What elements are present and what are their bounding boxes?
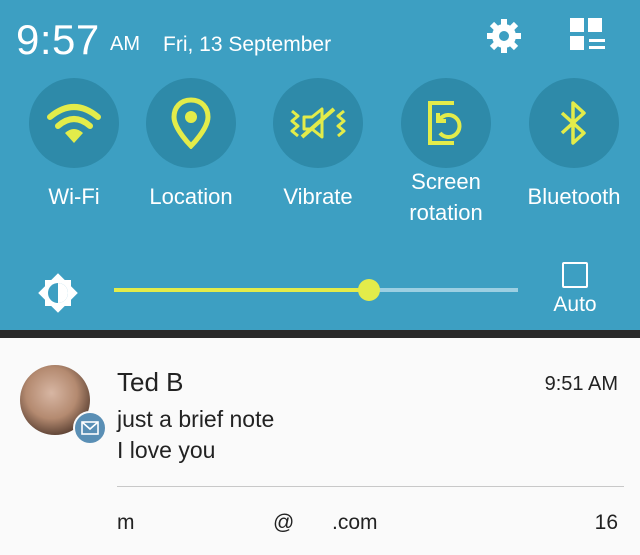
email-badge-icon [73,411,107,445]
notification-body: I love you [117,437,216,463]
bluetooth-tile[interactable]: Bluetooth [512,78,636,212]
account-user: m [117,511,135,534]
brightness-slider-filled[interactable] [114,288,369,292]
clock-ampm: AM [110,33,140,55]
email-notification[interactable] [0,338,640,555]
location-label: Location [149,184,233,209]
account-domain: .com [332,511,378,534]
vibrate-icon [290,107,346,139]
wifi-tile[interactable]: Wi-Fi [12,78,136,212]
location-pin-icon [171,97,211,149]
screen-rotation-label: Screen rotation [409,169,483,225]
notification-sender: Ted B [117,367,184,397]
screen-rotation-toggle[interactable] [401,78,491,168]
clock-time: 9:57 [16,16,100,63]
date-label: Fri, 13 September [163,33,332,56]
location-tile[interactable]: Location [129,78,253,212]
screen-rotation-tile[interactable]: Screen rotation [384,78,508,228]
panel-divider [0,330,640,338]
notification-divider [117,486,624,487]
unread-count: 16 [594,511,618,534]
vibrate-toggle[interactable] [273,78,363,168]
quick-settings-panel: 9:57 AM Fri, 13 September Wi-Fi Location… [0,0,640,330]
notification-subject: just a brief note [117,406,275,432]
bluetooth-toggle[interactable] [529,78,619,168]
wifi-toggle[interactable] [29,78,119,168]
screen-rotation-icon [428,101,462,145]
brightness-icon [36,271,80,315]
bluetooth-icon [560,101,586,145]
wifi-icon [47,104,101,143]
location-toggle[interactable] [146,78,236,168]
wifi-label: Wi-Fi [48,184,100,209]
bluetooth-label: Bluetooth [527,184,621,209]
brightness-slider-track[interactable] [369,288,518,292]
account-at: @ [273,511,295,534]
grid-edit-icon[interactable] [568,16,608,56]
gear-icon[interactable] [484,16,524,56]
vibrate-label: Vibrate [283,184,353,209]
notification-time: 9:51 AM [544,373,618,395]
auto-brightness-label: Auto [553,293,597,316]
brightness-slider-thumb[interactable] [358,279,380,301]
auto-brightness-checkbox[interactable] [562,262,588,288]
vibrate-tile[interactable]: Vibrate [256,78,380,212]
